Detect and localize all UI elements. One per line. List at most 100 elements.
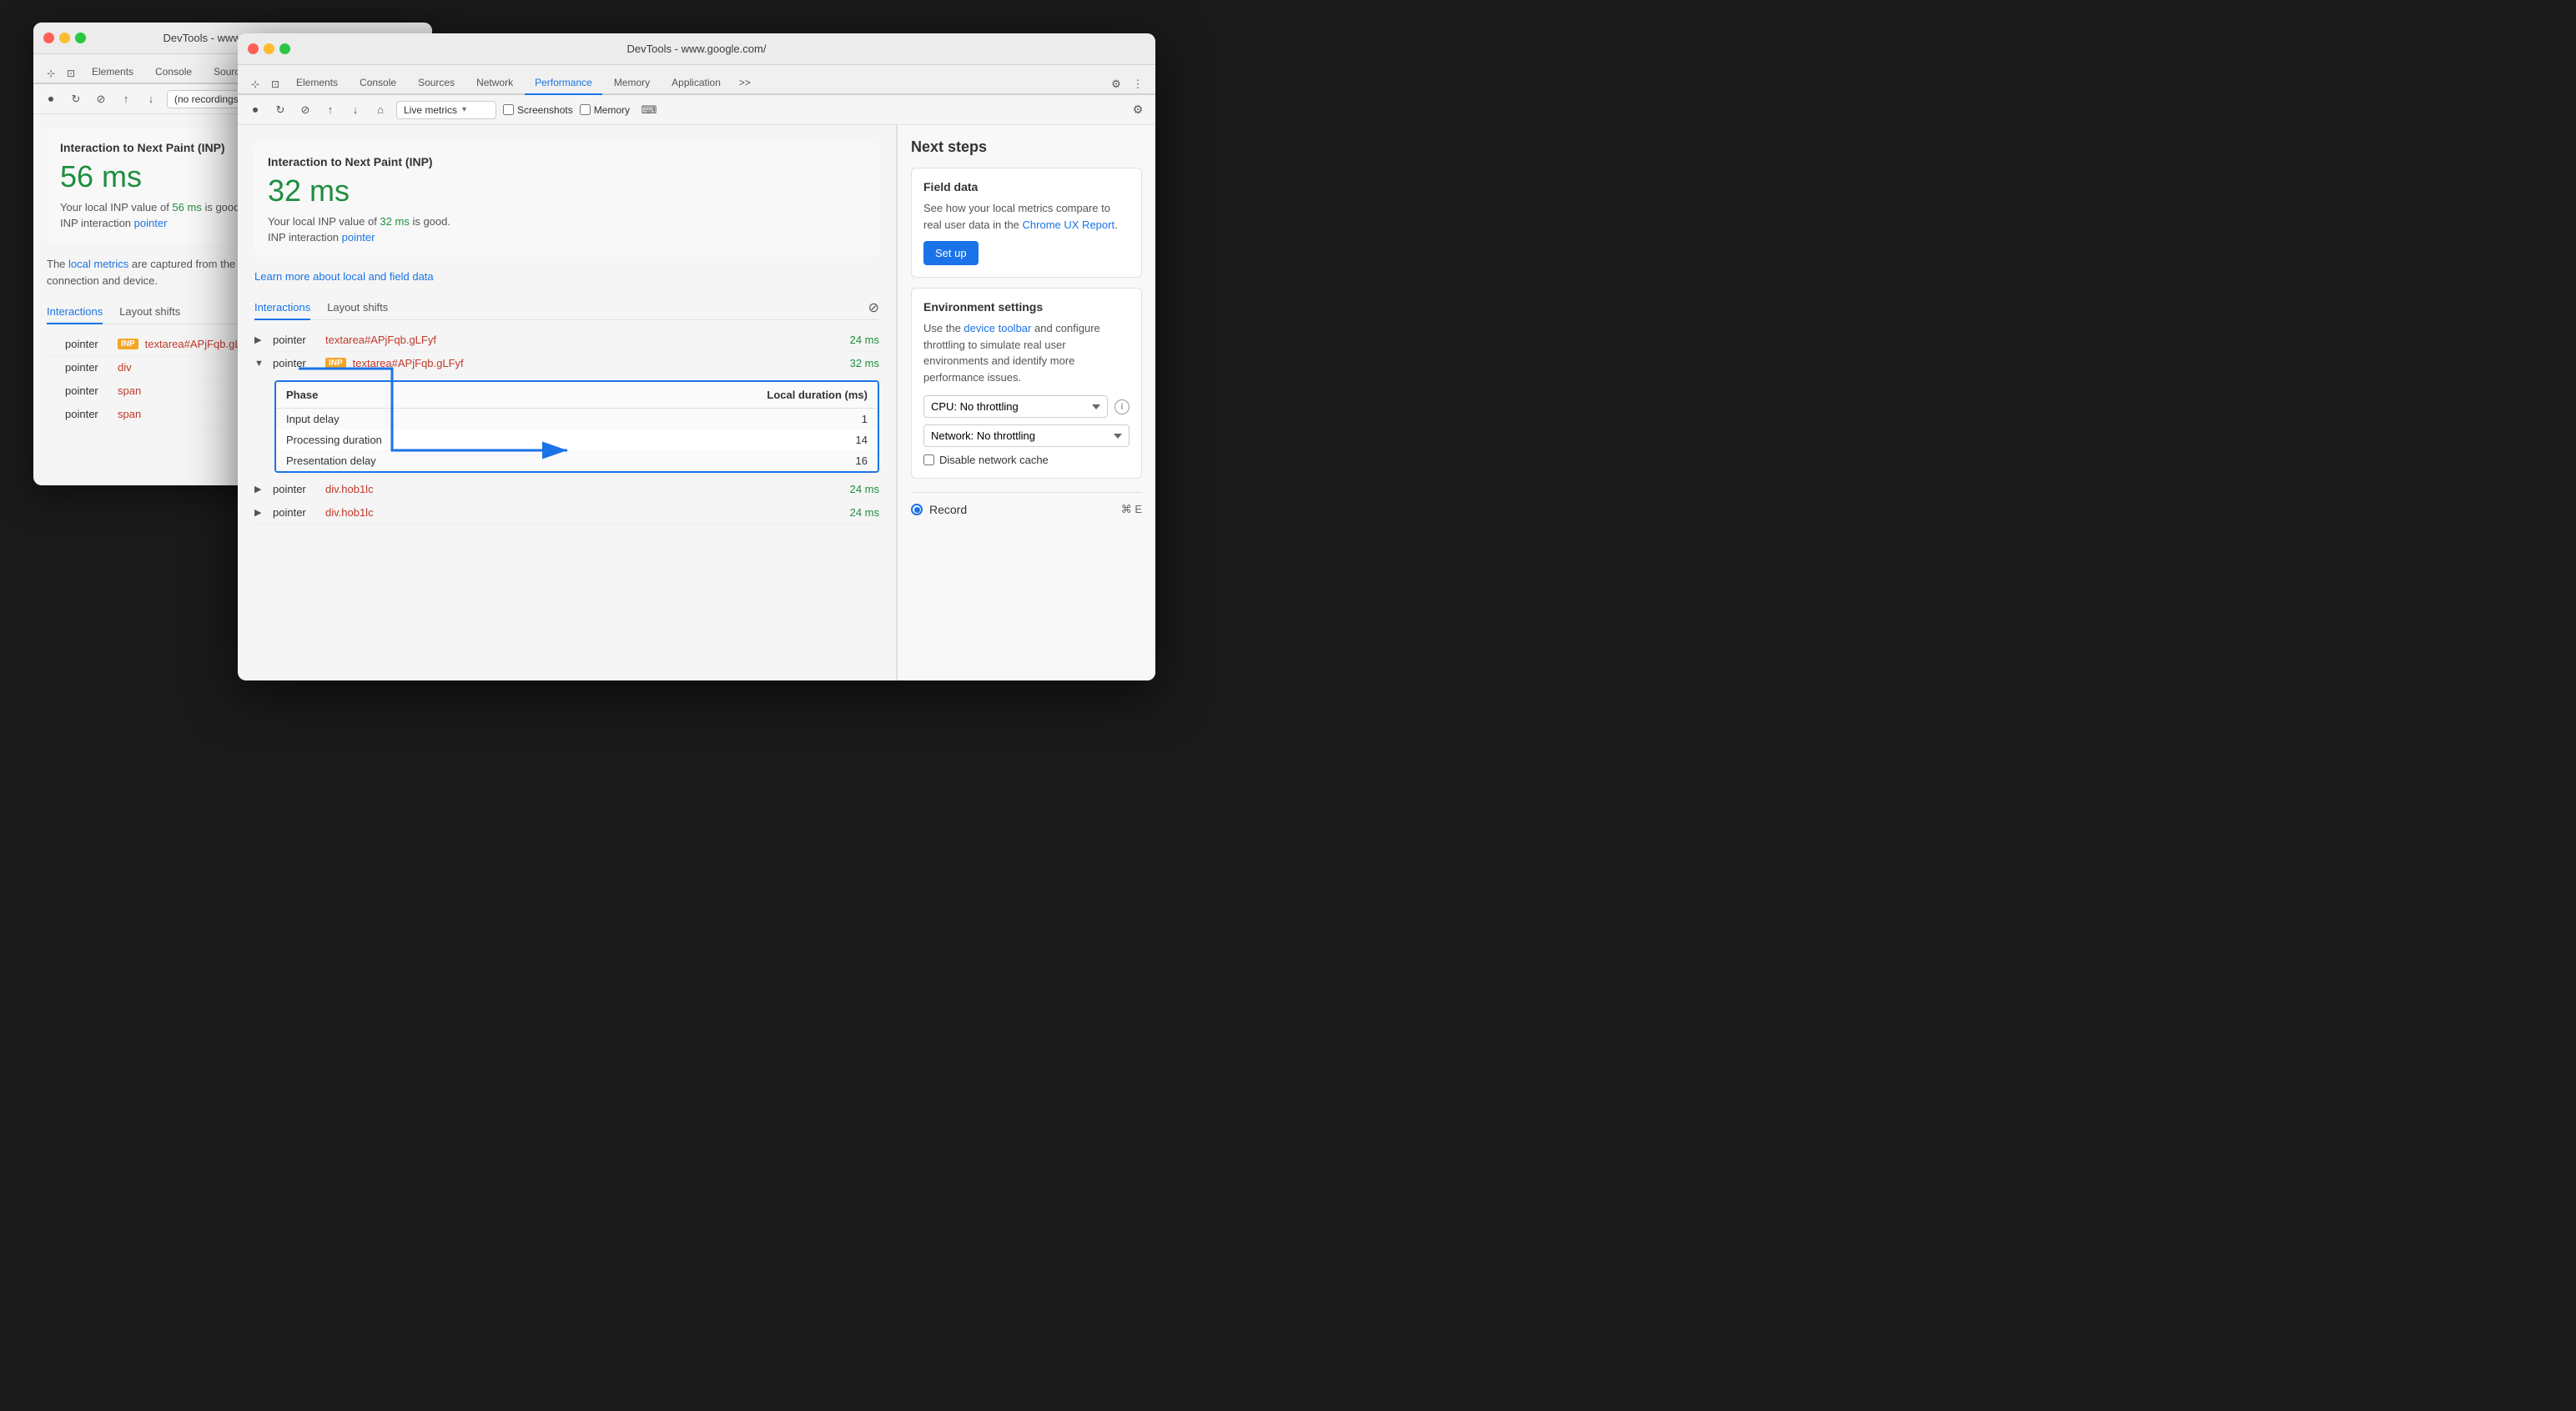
more-icon-front[interactable]: ⋮ <box>1129 75 1147 93</box>
disable-cache-row: Disable network cache <box>923 454 1130 466</box>
interactions-tab-back[interactable]: Interactions <box>47 300 103 324</box>
phase-name-2-front: Presentation delay <box>286 454 376 467</box>
record-shortcut: ⌘ E <box>1121 503 1142 516</box>
cursor-icon-back[interactable]: ⊹ <box>42 64 60 83</box>
expand-btn-2-front[interactable]: ▶ <box>254 484 266 495</box>
phase-value-0-front: 1 <box>862 413 868 425</box>
cursor-icon-front[interactable]: ⊹ <box>246 75 264 93</box>
stop-btn-front[interactable]: ⊘ <box>296 101 314 119</box>
inp-desc-prefix-front: Your local INP value of <box>268 215 380 228</box>
type-2-front: pointer <box>273 483 319 495</box>
reload-btn-back[interactable]: ↻ <box>67 90 85 108</box>
interaction-row-1-front: ▼ pointer INP textarea#APjFqb.gLFyf 32 m… <box>254 352 879 375</box>
setup-button[interactable]: Set up <box>923 241 979 265</box>
element-2-front: div.hob1lc <box>325 483 835 495</box>
maximize-button-back[interactable] <box>75 33 86 43</box>
layout-shifts-tab-front[interactable]: Layout shifts <box>327 296 388 320</box>
duration-1-front: 32 ms <box>842 357 879 369</box>
live-metrics-dropdown-front[interactable]: Live metrics ▾ <box>396 101 496 119</box>
element-1-front: textarea#APjFqb.gLFyf <box>353 357 835 369</box>
interaction-row-3-front: ▶ pointer div.hob1lc 24 ms <box>254 501 879 525</box>
metric-tabs-front: Interactions Layout shifts ⊘ <box>254 296 879 320</box>
tab-sources-front[interactable]: Sources <box>408 72 465 93</box>
close-button-back[interactable] <box>43 33 54 43</box>
network-throttle-select[interactable]: Network: No throttling <box>923 424 1130 447</box>
duration-0-front: 24 ms <box>842 334 879 346</box>
upload-btn-back[interactable]: ↑ <box>117 90 135 108</box>
inp-desc-prefix-back: Your local INP value of <box>60 201 172 213</box>
chrome-ux-report-link[interactable]: Chrome UX Report <box>1023 218 1115 231</box>
inp-interaction-label-back: INP interaction <box>60 217 131 229</box>
stop-btn-back[interactable]: ⊘ <box>92 90 110 108</box>
phase-col2-front: Local duration (ms) <box>767 389 868 401</box>
phase-col1-front: Phase <box>286 389 318 401</box>
gear-icon-front[interactable]: ⚙ <box>1107 75 1125 93</box>
traffic-lights-front <box>248 43 290 54</box>
interactions-tab-front[interactable]: Interactions <box>254 296 310 320</box>
record-button[interactable]: Record <box>911 503 967 516</box>
memory-label-front: Memory <box>594 104 630 116</box>
window-title-front: DevTools - www.google.com/ <box>627 43 767 55</box>
local-metrics-link-back[interactable]: local metrics <box>68 258 128 270</box>
reload-btn-front[interactable]: ↻ <box>271 101 289 119</box>
duration-3-front: 24 ms <box>842 506 879 519</box>
tab-application-front[interactable]: Application <box>662 72 731 93</box>
expand-btn-1-front[interactable]: ▼ <box>254 359 266 369</box>
element-3-front: div.hob1lc <box>325 506 835 519</box>
learn-more-link-front[interactable]: Learn more about local and field data <box>254 270 879 283</box>
cpu-throttle-select[interactable]: CPU: No throttling <box>923 395 1108 418</box>
upload-btn-front[interactable]: ↑ <box>321 101 340 119</box>
network-throttle-row: Network: No throttling <box>923 424 1130 447</box>
layout-shifts-tab-back[interactable]: Layout shifts <box>119 300 180 324</box>
layout-icon-front[interactable]: ⊡ <box>266 75 284 93</box>
device-toolbar-link[interactable]: device toolbar <box>963 322 1031 334</box>
tab-console-back[interactable]: Console <box>145 61 202 83</box>
inp-title-front: Interaction to Next Paint (INP) <box>268 155 866 168</box>
record-section: Record ⌘ E <box>911 492 1142 516</box>
perf-toolbar-front: ⏺ ↻ ⊘ ↑ ↓ ⌂ Live metrics ▾ Screenshots M… <box>238 95 1155 125</box>
recordings-label-back: (no recordings) <box>174 93 242 105</box>
close-button-front[interactable] <box>248 43 259 54</box>
inp-interaction-link-front[interactable]: pointer <box>342 231 375 244</box>
tab-performance-front[interactable]: Performance <box>525 72 602 95</box>
env-settings-desc: Use the device toolbar and configure thr… <box>923 320 1130 385</box>
main-content-front: Interaction to Next Paint (INP) 32 ms Yo… <box>238 125 1155 680</box>
type-3-front: pointer <box>273 506 319 519</box>
phase-details-front: Phase Local duration (ms) Input delay 1 … <box>274 380 879 473</box>
tab-network-front[interactable]: Network <box>466 72 523 93</box>
screenshots-checkbox-front[interactable] <box>503 104 514 115</box>
tab-console-front[interactable]: Console <box>350 72 406 93</box>
traffic-lights-back <box>43 33 86 43</box>
disable-cache-checkbox[interactable] <box>923 454 934 465</box>
inp-value-front: 32 ms <box>268 173 866 208</box>
home-btn-front[interactable]: ⌂ <box>371 101 390 119</box>
phase-row-0-front: Input delay 1 <box>276 409 878 429</box>
record-btn-back[interactable]: ⏺ <box>42 90 60 108</box>
keyboard-icon-front[interactable]: ⌨ <box>640 101 658 119</box>
minimize-button-front[interactable] <box>264 43 274 54</box>
next-steps-title: Next steps <box>911 138 1142 156</box>
inp-interaction-link-back[interactable]: pointer <box>134 217 168 229</box>
layout-icon-back[interactable]: ⊡ <box>62 64 80 83</box>
env-settings-card: Environment settings Use the device tool… <box>911 288 1142 479</box>
screenshots-group-front: Screenshots <box>503 104 573 116</box>
maximize-button-front[interactable] <box>279 43 290 54</box>
tab-elements-back[interactable]: Elements <box>82 61 143 83</box>
settings-gear-front[interactable]: ⚙ <box>1129 101 1147 119</box>
minimize-button-back[interactable] <box>59 33 70 43</box>
phase-name-0-front: Input delay <box>286 413 340 425</box>
expand-btn-0-front[interactable]: ▶ <box>254 334 266 345</box>
tab-memory-front[interactable]: Memory <box>604 72 660 93</box>
clear-icon-front[interactable]: ⊘ <box>868 299 879 316</box>
cpu-info-icon[interactable]: i <box>1114 399 1130 414</box>
memory-checkbox-front[interactable] <box>580 104 591 115</box>
field-data-title: Field data <box>923 180 1130 193</box>
tab-elements-front[interactable]: Elements <box>286 72 348 93</box>
download-btn-back[interactable]: ↓ <box>142 90 160 108</box>
tab-more-front[interactable]: >> <box>732 72 757 93</box>
expand-btn-3-front[interactable]: ▶ <box>254 507 266 518</box>
type-0-back: pointer <box>65 338 111 350</box>
record-btn-front[interactable]: ⏺ <box>246 101 264 119</box>
download-btn-front[interactable]: ↓ <box>346 101 365 119</box>
field-data-card: Field data See how your local metrics co… <box>911 168 1142 278</box>
